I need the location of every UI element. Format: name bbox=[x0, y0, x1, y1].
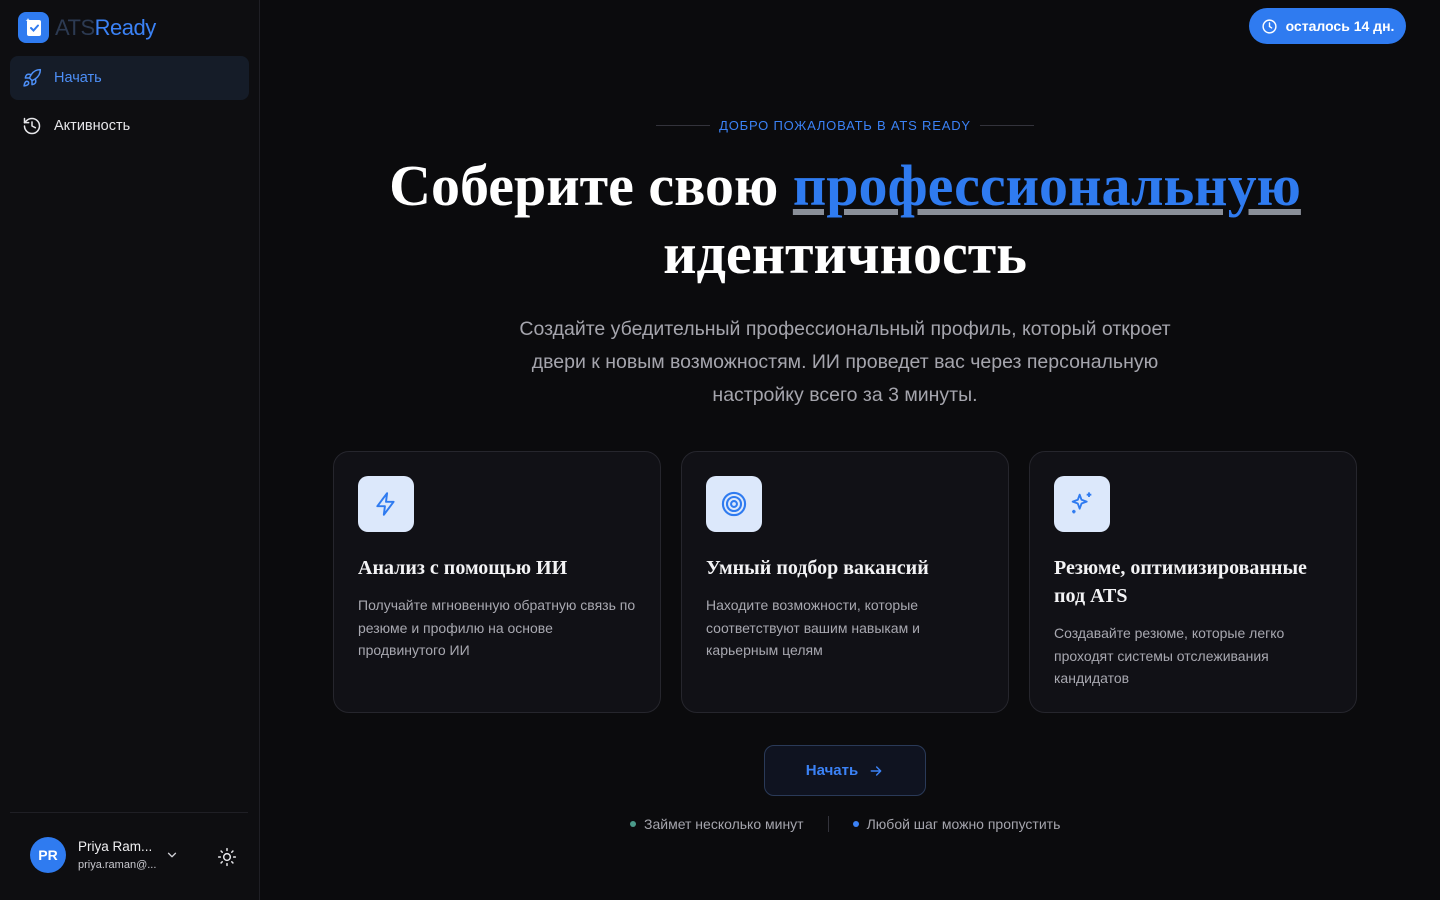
sidebar-nav: Начать Активность bbox=[10, 56, 249, 152]
eyebrow-text: ДОБРО ПОЖАЛОВАТЬ В ATS READY bbox=[719, 118, 971, 133]
app-root: ATSReady Начать Активность PR Priya Ram.… bbox=[0, 0, 1440, 900]
title-part-2: идентичность bbox=[663, 221, 1027, 286]
card-title: Резюме, оптимизированные под ATS bbox=[1054, 557, 1307, 607]
sidebar-item-label: Активность bbox=[54, 118, 131, 134]
user-name[interactable]: Priya Ram... bbox=[78, 839, 152, 854]
hint-time: Займет несколько минут bbox=[630, 816, 804, 832]
rocket-icon bbox=[23, 68, 42, 87]
hint-label: Любой шаг можно пропустить bbox=[866, 816, 1061, 832]
clock-icon bbox=[1261, 18, 1277, 34]
feature-card-ats-resume: Резюме, оптимизированные под ATS Создава… bbox=[1029, 451, 1357, 713]
sidebar-item-label: Начать bbox=[54, 70, 102, 86]
card-description: Создавайте резюме, которые легко проходя… bbox=[1054, 625, 1285, 686]
chevron-down-icon[interactable] bbox=[165, 848, 179, 862]
divider bbox=[979, 125, 1034, 126]
target-icon bbox=[706, 476, 762, 532]
divider bbox=[827, 816, 829, 832]
sidebar: ATSReady Начать Активность PR Priya Ram.… bbox=[0, 0, 260, 900]
trial-badge[interactable]: осталось 14 дн. bbox=[1249, 8, 1406, 44]
user-panel: PR Priya Ram... priya.raman@... bbox=[10, 812, 248, 900]
lightning-icon bbox=[358, 476, 414, 532]
welcome-eyebrow: ДОБРО ПОЖАЛОВАТЬ В ATS READY bbox=[656, 118, 1034, 133]
user-email: priya.raman@... bbox=[78, 859, 157, 871]
feature-card-job-matching: Умный подбор вакансий Находите возможнос… bbox=[681, 451, 1009, 713]
start-button[interactable]: Начать bbox=[764, 745, 926, 796]
card-title: Анализ с помощью ИИ bbox=[358, 557, 568, 579]
sparkles-icon bbox=[1054, 476, 1110, 532]
sidebar-item-activity[interactable]: Активность bbox=[10, 104, 249, 148]
avatar[interactable]: PR bbox=[30, 837, 66, 873]
card-description: Получайте мгновенную обратную связь по р… bbox=[358, 597, 636, 658]
brand-name-ats: ATS bbox=[55, 14, 95, 40]
brand-logo[interactable]: ATSReady bbox=[18, 12, 156, 43]
start-button-label: Начать bbox=[805, 762, 859, 779]
feature-cards: Анализ с помощью ИИ Получайте мгновенную… bbox=[333, 451, 1357, 713]
card-title: Умный подбор вакансий bbox=[706, 557, 929, 579]
status-dot bbox=[852, 821, 859, 827]
page-title: Соберите свою профессиональную идентично… bbox=[270, 152, 1420, 288]
divider bbox=[656, 125, 711, 126]
sun-icon bbox=[217, 847, 237, 867]
sidebar-item-start[interactable]: Начать bbox=[10, 56, 249, 100]
hint-skip: Любой шаг можно пропустить bbox=[852, 816, 1061, 832]
arrow-right-icon bbox=[870, 765, 882, 776]
status-dot bbox=[630, 821, 636, 827]
brand-name: ATSReady bbox=[55, 15, 156, 41]
hint-label: Займет несколько минут bbox=[644, 816, 804, 832]
theme-toggle-button[interactable] bbox=[216, 846, 238, 868]
brand-name-ready: Ready bbox=[94, 14, 157, 40]
logo-icon bbox=[18, 12, 49, 43]
title-part-1: Соберите свою bbox=[389, 153, 793, 218]
card-description: Находите возможности, которые соответств… bbox=[706, 597, 920, 658]
onboarding-hints: Займет несколько минут Любой шаг можно п… bbox=[630, 816, 1060, 832]
trial-label: осталось 14 дн. bbox=[1285, 18, 1395, 34]
history-icon bbox=[23, 117, 41, 135]
title-accent: профессиональную bbox=[792, 153, 1301, 218]
page-subtitle: Создайте убедительный профессиональный п… bbox=[519, 318, 1171, 406]
feature-card-ai-analysis: Анализ с помощью ИИ Получайте мгновенную… bbox=[333, 451, 661, 713]
